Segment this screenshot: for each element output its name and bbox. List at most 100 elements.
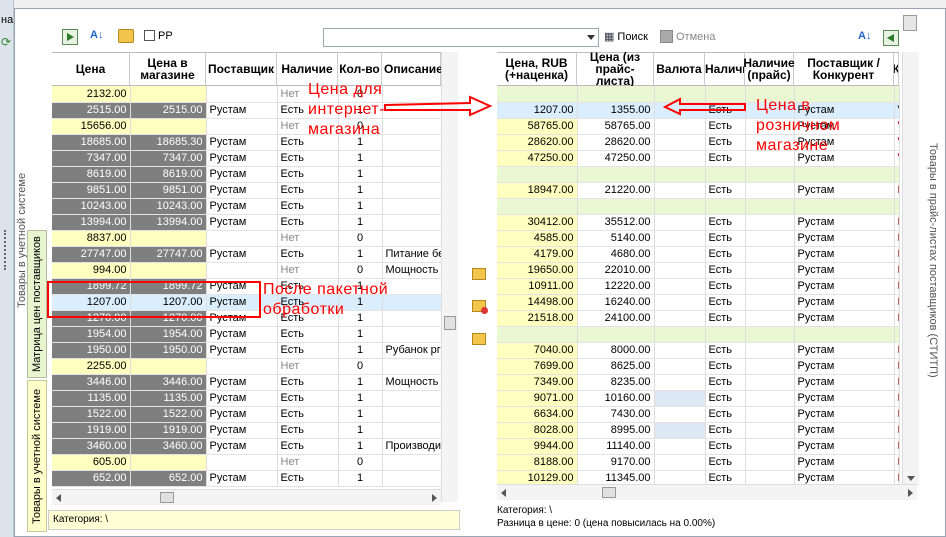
cell[interactable]: Есть (277, 438, 339, 455)
folder-warning-icon[interactable] (472, 333, 486, 345)
sort-az-icon-right[interactable]: A↓ (858, 30, 874, 46)
scroll-thumb[interactable] (160, 492, 174, 503)
table-row[interactable]: 7347.00 7347.00 Рустам Есть 1 (52, 150, 442, 167)
cell[interactable] (577, 86, 655, 103)
cell[interactable]: Есть (705, 182, 746, 199)
cell[interactable]: Рустам (206, 406, 278, 423)
cell[interactable]: Рустам (794, 454, 895, 471)
cell[interactable]: Рустам (206, 470, 278, 487)
col-header[interactable]: Цена, RUB (+наценка) (497, 53, 577, 85)
cell[interactable]: 1207.00 (52, 294, 131, 311)
cell[interactable]: E (894, 230, 900, 247)
cell[interactable] (745, 342, 795, 359)
cell[interactable]: Есть (705, 150, 746, 167)
cell[interactable]: Рустам (794, 406, 895, 423)
cell[interactable]: 1 (338, 214, 383, 231)
left-vscroll[interactable] (441, 52, 458, 502)
cell[interactable]: V (894, 150, 900, 167)
folder-arrow-icon[interactable] (472, 268, 486, 280)
cell[interactable]: 58765.00 (497, 118, 578, 135)
cell[interactable]: Рустам (206, 422, 278, 439)
right-scroll-top-thumb[interactable] (903, 15, 917, 31)
import-icon[interactable] (883, 30, 899, 46)
refresh-icon[interactable]: ⟳ (1, 36, 13, 48)
table-row[interactable]: 9944.0011140.00 Есть РустамE (497, 438, 900, 455)
cell[interactable] (206, 230, 278, 247)
cell[interactable] (654, 342, 706, 359)
cell[interactable] (497, 198, 578, 215)
scroll-thumb[interactable] (602, 487, 616, 498)
table-row[interactable] (497, 166, 900, 183)
cell[interactable] (382, 214, 442, 231)
cell[interactable]: 30412.00 (497, 214, 578, 231)
cell[interactable]: 8837.00 (52, 230, 131, 247)
cell[interactable]: 1899.72 (52, 278, 131, 295)
cell[interactable]: 2255.00 (52, 358, 131, 375)
table-row[interactable] (497, 198, 900, 215)
cell[interactable] (654, 374, 706, 391)
table-row[interactable]: 605.00 Нет 0 (52, 454, 442, 471)
cell[interactable] (206, 262, 278, 279)
cell[interactable]: Есть (277, 390, 339, 407)
cell[interactable]: 3460.00 (52, 438, 131, 455)
cell[interactable]: 1 (338, 198, 383, 215)
cell[interactable] (894, 86, 900, 103)
cell[interactable]: 11140.00 (577, 438, 655, 455)
cell[interactable]: 28620.00 (497, 134, 578, 151)
scroll-left-icon[interactable] (56, 494, 61, 502)
table-row[interactable]: 27747.00 27747.00 Рустам Есть 1 Питание бе (52, 246, 442, 263)
cell[interactable]: 652.00 (52, 470, 131, 487)
table-row[interactable]: 18947.0021220.00 Есть РустамE (497, 182, 900, 199)
cell[interactable] (745, 390, 795, 407)
table-row[interactable]: 3460.00 3460.00 Рустам Есть 1 Производит (52, 438, 442, 455)
cell[interactable]: 58765.00 (577, 118, 655, 135)
cell[interactable]: Есть (705, 214, 746, 231)
scroll-down-icon[interactable] (907, 476, 915, 481)
cell[interactable]: Рустам (206, 342, 278, 359)
cell[interactable]: 1270.00 (52, 310, 131, 327)
cell[interactable]: 7347.00 (130, 150, 207, 167)
col-header[interactable]: Валюта (654, 53, 705, 85)
cell[interactable]: Есть (705, 294, 746, 311)
col-header[interactable]: Поставщик / Конкурент (794, 53, 894, 85)
cell[interactable] (130, 454, 207, 471)
table-row[interactable]: 652.00 652.00 Рустам Есть 1 (52, 470, 442, 487)
cell[interactable]: 8619.00 (130, 166, 207, 183)
cell[interactable]: Есть (277, 182, 339, 199)
cell[interactable]: Есть (705, 118, 746, 135)
table-row[interactable]: 10243.00 10243.00 Рустам Есть 1 (52, 198, 442, 215)
cell[interactable]: 3446.00 (52, 374, 131, 391)
cell[interactable]: 1 (338, 438, 383, 455)
table-row[interactable]: 7699.008625.00 Есть РустамE (497, 358, 900, 375)
folder-icon[interactable] (118, 29, 134, 43)
cell[interactable]: 24100.00 (577, 310, 655, 327)
cell[interactable]: 2132.00 (52, 86, 131, 103)
cell[interactable]: Рустам (206, 198, 278, 215)
cell[interactable]: Нет (277, 358, 339, 375)
cell[interactable]: 19650.00 (497, 262, 578, 279)
cell[interactable]: E (894, 454, 900, 471)
cell[interactable]: V (894, 118, 900, 135)
right-vscroll[interactable] (902, 52, 919, 486)
cell[interactable]: Питание бе (382, 246, 442, 263)
cell[interactable]: 18947.00 (497, 182, 578, 199)
cell[interactable]: Рустам (794, 262, 895, 279)
cell[interactable]: 1 (338, 326, 383, 343)
cell[interactable]: 4585.00 (497, 230, 578, 247)
cell[interactable]: 8000.00 (577, 342, 655, 359)
cell[interactable]: 8235.00 (577, 374, 655, 391)
cell[interactable] (794, 198, 895, 215)
table-row[interactable]: 7040.008000.00 Есть РустамE (497, 342, 900, 359)
cell[interactable]: 0 (338, 358, 383, 375)
cell[interactable]: Есть (277, 422, 339, 439)
cell[interactable] (654, 182, 706, 199)
cell[interactable] (130, 358, 207, 375)
search-button[interactable]: ▦ Поиск (604, 30, 648, 44)
cell[interactable]: Рустам (794, 246, 895, 263)
cell[interactable]: 7430.00 (577, 406, 655, 423)
cell[interactable]: E (894, 310, 900, 327)
cell[interactable] (654, 422, 706, 439)
cell[interactable]: Есть (705, 310, 746, 327)
cell[interactable]: Есть (277, 374, 339, 391)
cell[interactable]: 1135.00 (130, 390, 207, 407)
